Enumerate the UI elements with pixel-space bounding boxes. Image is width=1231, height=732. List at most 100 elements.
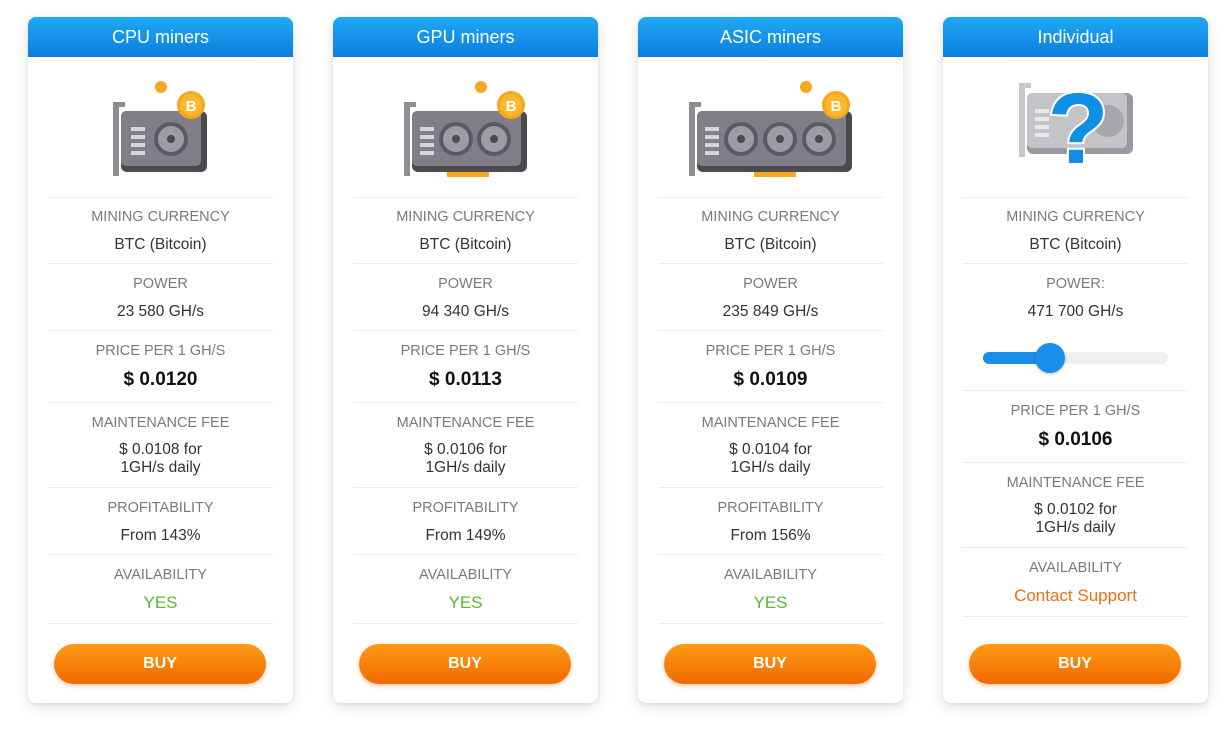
availability-value: YES bbox=[753, 593, 788, 612]
svg-text:B: B bbox=[506, 98, 517, 115]
fee-label: MAINTENANCE FEE bbox=[91, 415, 230, 431]
card-title: GPU miners bbox=[333, 17, 598, 57]
currency-section: MINING CURRENCY BTC (Bitcoin) bbox=[353, 208, 578, 254]
fee-value-line1: $ 0.0108 for bbox=[119, 441, 202, 458]
currency-label: MINING CURRENCY bbox=[701, 209, 840, 225]
divider bbox=[353, 263, 578, 264]
divider bbox=[963, 547, 1188, 548]
availability-label: AVAILABILITY bbox=[724, 567, 817, 583]
power-label: POWER bbox=[743, 276, 798, 292]
fee-label: MAINTENANCE FEE bbox=[396, 415, 535, 431]
contact-support-link[interactable]: Contact Support bbox=[963, 586, 1188, 606]
plan-card-gpu: GPU miners B MINING CURRENCY BTC (Bitcoi… bbox=[333, 17, 598, 703]
cpu-miner-icon: B bbox=[113, 81, 207, 176]
buy-button[interactable]: BUY bbox=[664, 644, 876, 684]
power-value: 23 580 GH/s bbox=[116, 303, 205, 320]
fee-value-line2: 1GH/s daily bbox=[120, 459, 201, 476]
divider bbox=[963, 263, 1188, 264]
fee-label: MAINTENANCE FEE bbox=[1006, 475, 1145, 491]
price-value: $ 0.0106 bbox=[1038, 429, 1113, 450]
plan-card-asic: ASIC miners B MINING CURRENCY BTC (Bitco… bbox=[638, 17, 903, 703]
currency-section: MINING CURRENCY BTC (Bitcoin) bbox=[963, 208, 1188, 254]
divider bbox=[658, 623, 883, 624]
fee-value-line2: 1GH/s daily bbox=[730, 459, 811, 476]
plan-card-cpu: CPU miners B MINING CURRENCY BTC (Bitcoi… bbox=[28, 17, 293, 703]
price-section: PRICE PER 1 GH/S $ 0.0120 bbox=[48, 342, 273, 391]
price-value: $ 0.0109 bbox=[733, 369, 808, 390]
fee-value-line1: $ 0.0102 for bbox=[1034, 501, 1117, 518]
buy-button[interactable]: BUY bbox=[54, 644, 266, 684]
availability-section: AVAILABILITY YES bbox=[48, 566, 273, 613]
fee-value-line1: $ 0.0106 for bbox=[424, 441, 507, 458]
divider bbox=[353, 330, 578, 331]
card-title: ASIC miners bbox=[638, 17, 903, 57]
profit-section: PROFITABILITY From 149% bbox=[353, 499, 578, 545]
price-value: $ 0.0113 bbox=[429, 369, 502, 390]
divider bbox=[353, 554, 578, 555]
currency-value: BTC (Bitcoin) bbox=[419, 236, 512, 253]
divider bbox=[658, 554, 883, 555]
power-slider[interactable] bbox=[983, 343, 1168, 373]
profit-section: PROFITABILITY From 156% bbox=[658, 499, 883, 545]
divider bbox=[48, 263, 273, 264]
power-label: POWER bbox=[133, 276, 188, 292]
fee-section: MAINTENANCE FEE $ 0.0108 for 1GH/s daily bbox=[48, 414, 273, 477]
power-slider-thumb[interactable] bbox=[1035, 343, 1065, 373]
divider bbox=[658, 197, 883, 198]
availability-section: AVAILABILITY YES bbox=[658, 566, 883, 613]
availability-label: AVAILABILITY bbox=[1029, 560, 1122, 576]
divider bbox=[48, 487, 273, 488]
fee-value-line2: 1GH/s daily bbox=[425, 459, 506, 476]
profit-label: PROFITABILITY bbox=[107, 500, 214, 516]
fee-section: MAINTENANCE FEE $ 0.0102 for 1GH/s daily bbox=[963, 474, 1188, 537]
price-label: PRICE PER 1 GH/S bbox=[95, 343, 226, 359]
divider bbox=[963, 197, 1188, 198]
asic-miner-icon: B bbox=[689, 81, 852, 177]
gpu-miner-icon: B bbox=[404, 81, 527, 177]
divider bbox=[48, 402, 273, 403]
divider bbox=[658, 330, 883, 331]
divider bbox=[353, 623, 578, 624]
divider bbox=[353, 402, 578, 403]
power-value: 235 849 GH/s bbox=[722, 303, 819, 320]
power-section: POWER 235 849 GH/s bbox=[658, 275, 883, 321]
price-label: PRICE PER 1 GH/S bbox=[1010, 403, 1141, 419]
price-label: PRICE PER 1 GH/S bbox=[400, 343, 531, 359]
fee-value-line1: $ 0.0104 for bbox=[729, 441, 812, 458]
price-section: PRICE PER 1 GH/S $ 0.0109 bbox=[658, 342, 883, 391]
power-section: POWER 23 580 GH/s bbox=[48, 275, 273, 321]
card-title: Individual bbox=[943, 17, 1208, 57]
price-label: PRICE PER 1 GH/S bbox=[705, 343, 836, 359]
currency-section: MINING CURRENCY BTC (Bitcoin) bbox=[48, 208, 273, 254]
currency-label: MINING CURRENCY bbox=[91, 209, 230, 225]
currency-value: BTC (Bitcoin) bbox=[1029, 236, 1122, 253]
profit-value: From 156% bbox=[730, 527, 811, 544]
fee-section: MAINTENANCE FEE $ 0.0106 for 1GH/s daily bbox=[353, 414, 578, 477]
price-section: PRICE PER 1 GH/S $ 0.0113 bbox=[353, 342, 578, 391]
svg-text:B: B bbox=[186, 98, 197, 115]
profit-label: PROFITABILITY bbox=[717, 500, 824, 516]
buy-button[interactable]: BUY bbox=[969, 644, 1181, 684]
power-value: 471 700 GH/s bbox=[1027, 303, 1124, 320]
divider bbox=[963, 616, 1188, 617]
power-label: POWER bbox=[438, 276, 493, 292]
question-miner-icon: ? bbox=[1019, 73, 1133, 185]
fee-label: MAINTENANCE FEE bbox=[701, 415, 840, 431]
currency-label: MINING CURRENCY bbox=[1006, 209, 1145, 225]
divider bbox=[353, 197, 578, 198]
availability-section: AVAILABILITY YES bbox=[353, 566, 578, 613]
buy-button[interactable]: BUY bbox=[359, 644, 571, 684]
divider bbox=[48, 623, 273, 624]
availability-label: AVAILABILITY bbox=[419, 567, 512, 583]
availability-value: YES bbox=[143, 593, 178, 612]
card-title: CPU miners bbox=[28, 17, 293, 57]
price-section: PRICE PER 1 GH/S $ 0.0106 bbox=[963, 402, 1188, 451]
availability-label: AVAILABILITY bbox=[114, 567, 207, 583]
currency-value: BTC (Bitcoin) bbox=[114, 236, 207, 253]
fee-value-line2: 1GH/s daily bbox=[1035, 519, 1116, 536]
currency-section: MINING CURRENCY BTC (Bitcoin) bbox=[658, 208, 883, 254]
availability-section: AVAILABILITY Contact Support bbox=[963, 559, 1188, 606]
divider bbox=[658, 487, 883, 488]
power-section: POWER: 471 700 GH/s bbox=[963, 275, 1188, 321]
svg-text:B: B bbox=[831, 98, 842, 115]
